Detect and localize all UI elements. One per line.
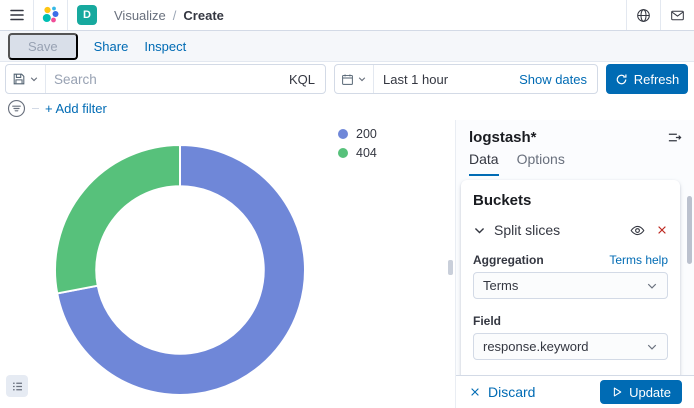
save-button[interactable]: Save (8, 33, 78, 60)
discard-button[interactable]: Discard (469, 384, 535, 400)
visualize-toolbar: Save Share Inspect (0, 31, 694, 62)
legend-item-404[interactable]: 404 (338, 145, 377, 161)
newsfeed-button[interactable] (661, 0, 694, 30)
remove-bucket-button[interactable] (656, 224, 668, 236)
chevron-down-icon (29, 74, 39, 84)
chevron-down-icon (646, 341, 658, 353)
field-label-row: Field (473, 314, 668, 328)
inspect-button[interactable]: Inspect (144, 39, 186, 54)
index-pattern-title: logstash* (469, 129, 537, 146)
close-icon (469, 386, 481, 398)
tab-options[interactable]: Options (517, 151, 565, 176)
globe-help-icon (636, 8, 651, 23)
share-button[interactable]: Share (94, 39, 129, 54)
vis-editor-sidebar: logstash* Data Options Buckets (455, 120, 694, 408)
saved-query-disk-icon (12, 72, 26, 86)
legend-label: 404 (356, 146, 377, 160)
refresh-button[interactable]: Refresh (606, 64, 688, 94)
tab-data[interactable]: Data (469, 151, 499, 176)
field-label: Field (473, 314, 501, 328)
filter-options-icon[interactable] (7, 99, 26, 118)
eye-icon (630, 223, 645, 238)
buckets-card: Buckets Split slices (461, 180, 680, 375)
sidebar-scrollbar[interactable] (687, 196, 692, 264)
aggregation-select[interactable]: Terms (473, 272, 668, 299)
query-bar: KQL Last 1 hour Show dates Refresh (0, 62, 694, 96)
chevron-down-icon[interactable] (473, 224, 486, 237)
main-content: 200404 logstash* Data O (0, 120, 694, 408)
sidebar-tabs: Data Options (456, 151, 694, 176)
menu-button[interactable] (0, 0, 33, 30)
toggle-visibility-button[interactable] (630, 223, 645, 238)
chevron-down-icon (646, 280, 658, 292)
calendar-icon (341, 73, 354, 86)
panel-resizer-handle[interactable] (448, 260, 453, 275)
search-input[interactable] (46, 72, 279, 87)
elastic-logo-button[interactable] (34, 0, 67, 30)
hamburger-icon (9, 7, 25, 23)
breadcrumb-separator: / (173, 8, 177, 23)
split-slices-label[interactable]: Split slices (494, 222, 619, 238)
legend-toggle-button[interactable] (6, 375, 28, 397)
filter-divider (32, 108, 39, 109)
buckets-section-title: Buckets (473, 192, 668, 209)
play-icon (611, 386, 623, 398)
refresh-label: Refresh (634, 72, 680, 87)
filter-bar: + Add filter (0, 96, 694, 120)
update-button[interactable]: Update (600, 380, 682, 404)
breadcrumb-create: Create (183, 8, 223, 23)
legend-swatch (338, 129, 348, 139)
discard-label: Discard (488, 384, 535, 400)
chart-legend: 200404 (338, 126, 377, 161)
collapse-sidebar-button[interactable] (667, 130, 682, 145)
time-range-value[interactable]: Last 1 hour (374, 72, 519, 87)
menu-right-icon (667, 130, 682, 145)
legend-list-icon (11, 380, 24, 393)
aggregation-value: Terms (483, 278, 518, 293)
field-select[interactable]: response.keyword (473, 333, 668, 360)
saved-query-menu-button[interactable] (6, 65, 46, 93)
kql-language-button[interactable]: KQL (279, 72, 325, 87)
show-dates-button[interactable]: Show dates (519, 72, 597, 87)
close-icon (656, 224, 668, 236)
add-filter-button[interactable]: + Add filter (45, 101, 107, 116)
aggregation-label-row: Aggregation Terms help (473, 253, 668, 267)
kibana-visualize-app: D Visualize / Create (0, 0, 694, 408)
legend-item-200[interactable]: 200 (338, 126, 377, 142)
legend-swatch (338, 148, 348, 158)
space-badge: D (77, 5, 97, 25)
legend-label: 200 (356, 127, 377, 141)
top-header: D Visualize / Create (0, 0, 694, 31)
breadcrumb: Visualize / Create (114, 0, 224, 30)
space-navigator[interactable]: D (68, 0, 106, 30)
refresh-icon (615, 73, 628, 86)
mail-icon (670, 8, 685, 23)
aggregation-label: Aggregation (473, 253, 544, 267)
date-picker-group: Last 1 hour Show dates (334, 64, 598, 94)
help-button[interactable] (627, 0, 660, 30)
chevron-down-icon (357, 74, 367, 84)
terms-help-link[interactable]: Terms help (609, 253, 668, 267)
elastic-logo-icon (40, 4, 62, 26)
update-label: Update (629, 385, 671, 400)
date-quick-menu-button[interactable] (335, 65, 374, 93)
visualization-panel: 200404 (0, 120, 455, 408)
search-bar-group: KQL (5, 64, 326, 94)
header-right-icons (626, 0, 694, 30)
sidebar-scroll-area: Buckets Split slices (456, 176, 694, 375)
donut-slice-404[interactable] (55, 145, 180, 293)
sidebar-footer: Discard Update (456, 375, 694, 408)
breadcrumb-visualize[interactable]: Visualize (114, 8, 166, 23)
field-value: response.keyword (483, 339, 589, 354)
split-slices-row: Split slices (473, 222, 668, 238)
sidebar-header: logstash* (456, 120, 694, 146)
